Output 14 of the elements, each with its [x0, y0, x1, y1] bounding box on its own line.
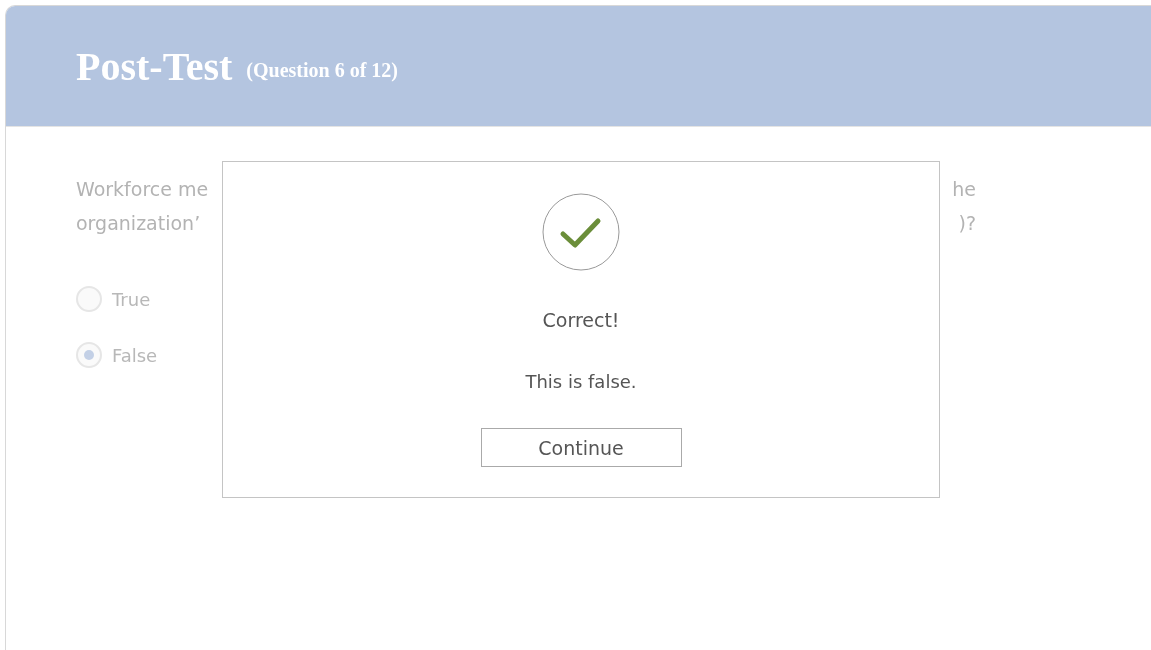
checkmark-icon [542, 193, 620, 271]
radio-button[interactable] [76, 286, 102, 312]
dialog-message: This is false. [525, 371, 637, 392]
option-label: False [112, 344, 158, 366]
question-counter: (Question 6 of 12) [246, 58, 398, 82]
question-text: Workforce me [76, 177, 209, 202]
radio-button[interactable] [76, 342, 102, 368]
page-title: Post-Test [76, 42, 233, 90]
dialog-title: Correct! [542, 309, 620, 331]
continue-button[interactable]: Continue [480, 428, 682, 467]
option-label: True [112, 288, 151, 310]
question-text: organization’ [76, 211, 201, 236]
question-text: )? [958, 211, 976, 236]
question-text: he [952, 177, 976, 202]
